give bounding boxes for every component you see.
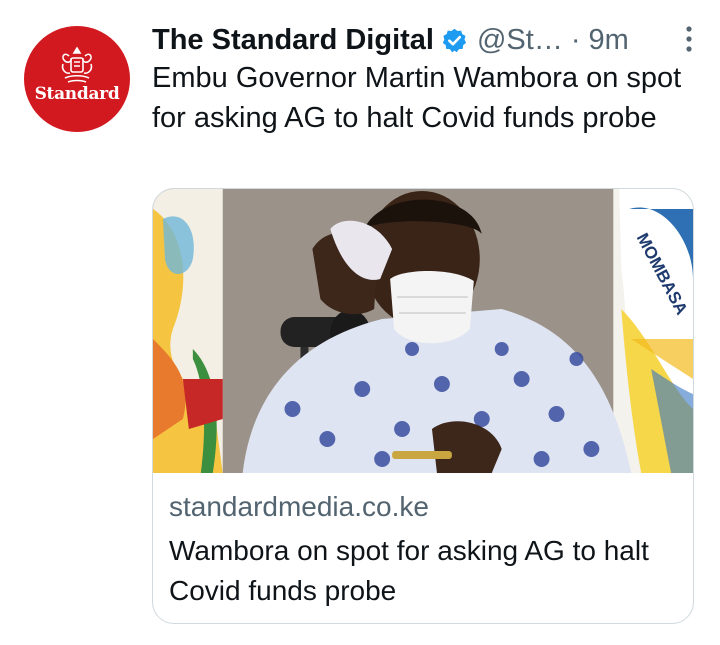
avatar-wordmark: Standard <box>34 84 120 104</box>
card-title[interactable]: Wambora on spot for asking AG to halt Co… <box>169 531 669 611</box>
author-handle[interactable]: @St… <box>477 24 563 57</box>
author-avatar[interactable]: Standard <box>24 26 130 132</box>
card-domain[interactable]: standardmedia.co.ke <box>169 491 429 523</box>
link-preview-card[interactable]: MOMBASA standardmedia.co.ke Wambora on s… <box>152 188 694 624</box>
more-options-icon[interactable] <box>682 24 696 54</box>
tweet-text: Embu Governor Martin Wambora on spot for… <box>152 62 682 134</box>
separator-dot: · <box>570 23 581 56</box>
tweet-timestamp[interactable]: 9m <box>589 24 629 57</box>
verified-badge-icon <box>442 28 467 52</box>
standard-crest-icon <box>61 46 93 83</box>
card-image: MOMBASA <box>153 189 693 473</box>
tweet-header: The Standard Digital @St… · 9m <box>152 20 684 60</box>
author-display-name[interactable]: The Standard Digital <box>152 24 434 57</box>
